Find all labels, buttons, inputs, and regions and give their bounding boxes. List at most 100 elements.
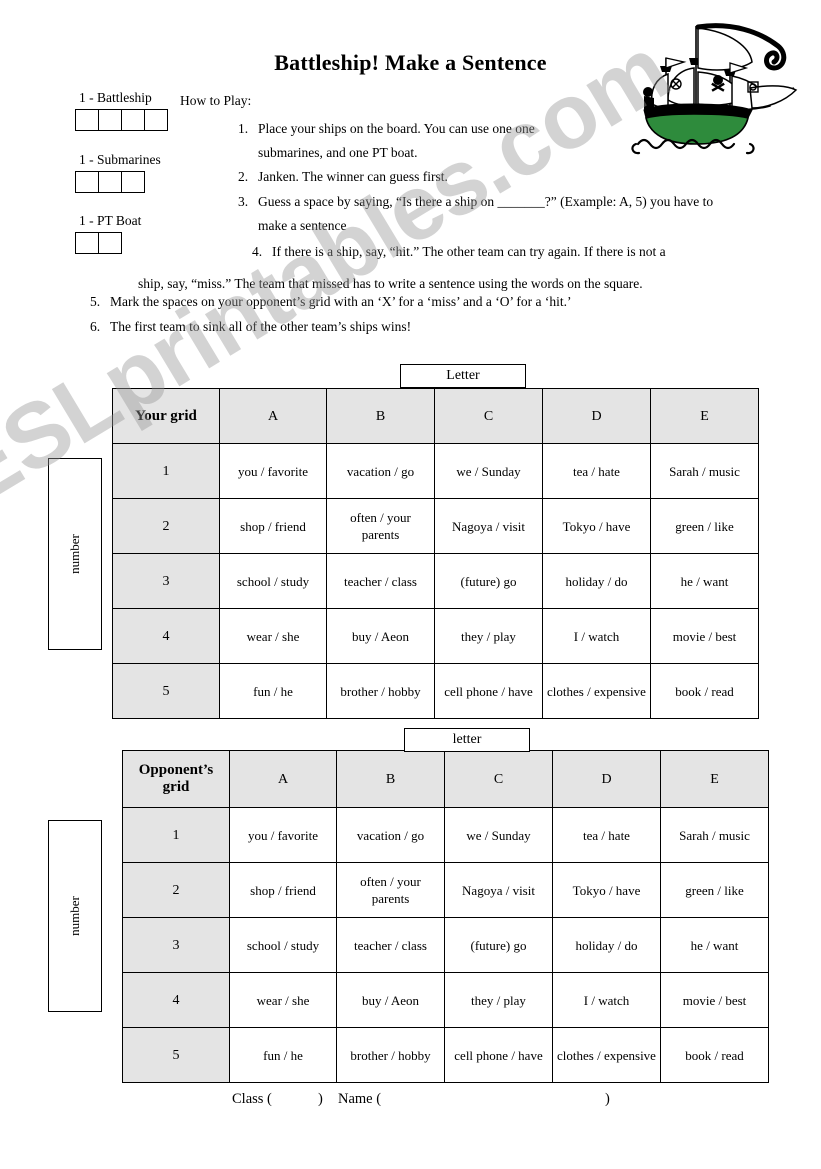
- grid-cell-c3[interactable]: (future) go: [434, 553, 543, 609]
- grid-cell-b1[interactable]: vacation / go: [326, 443, 435, 499]
- column-header-b: B: [326, 388, 435, 444]
- ship-cell[interactable]: [75, 171, 99, 193]
- ship-cell[interactable]: [98, 109, 122, 131]
- grid-cell-c5[interactable]: cell phone / have: [434, 663, 543, 719]
- grid-cell-a1[interactable]: you / favorite: [229, 807, 337, 863]
- grid-cell-e2[interactable]: green / like: [650, 498, 759, 554]
- grid-cell-c4[interactable]: they / play: [434, 608, 543, 664]
- grid-cell-d5[interactable]: clothes / expensive: [542, 663, 651, 719]
- grid-cell-a3[interactable]: school / study: [219, 553, 327, 609]
- grid-cell-c1[interactable]: we / Sunday: [434, 443, 543, 499]
- grid-header-row: Your grid A B C D E: [112, 388, 759, 444]
- grid-cell-d2[interactable]: Tokyo / have: [552, 862, 661, 918]
- column-header-e: E: [660, 750, 769, 808]
- class-field-close: ): [318, 1091, 323, 1107]
- grid-cell-a4[interactable]: wear / she: [219, 608, 327, 664]
- column-header-c: C: [444, 750, 553, 808]
- ship-legend-submarines: 1 - Submarines: [75, 152, 161, 193]
- step-text: Mark the spaces on your opponent’s grid …: [110, 294, 572, 309]
- grid-cell-c4[interactable]: they / play: [444, 972, 553, 1028]
- grid-cell-e5[interactable]: book / read: [650, 663, 759, 719]
- column-header-c: C: [434, 388, 543, 444]
- table-row: 4 wear / she buy / Aeon they / play I / …: [112, 608, 759, 664]
- ship-legend-label: 1 - Battleship: [79, 90, 152, 105]
- ship-cell[interactable]: [121, 171, 145, 193]
- how-to-play-step-1: 1. Place your ships on the board. You ca…: [238, 117, 558, 165]
- grid-cell-e3[interactable]: he / want: [660, 917, 769, 973]
- grid-cell-e1[interactable]: Sarah / music: [650, 443, 759, 499]
- grid-1-number-axis-label: number: [48, 458, 102, 650]
- grid-cell-d1[interactable]: tea / hate: [552, 807, 661, 863]
- grid-cell-e5[interactable]: book / read: [660, 1027, 769, 1083]
- grid-cell-a1[interactable]: you / favorite: [219, 443, 327, 499]
- grid-cell-e1[interactable]: Sarah / music: [660, 807, 769, 863]
- ship-cell[interactable]: [121, 109, 145, 131]
- ship-cell[interactable]: [75, 232, 99, 254]
- grid-cell-a3[interactable]: school / study: [229, 917, 337, 973]
- grid-cell-a5[interactable]: fun / he: [229, 1027, 337, 1083]
- grid-cell-b3[interactable]: teacher / class: [326, 553, 435, 609]
- grid-cell-c3[interactable]: (future) go: [444, 917, 553, 973]
- grid-cell-a5[interactable]: fun / he: [219, 663, 327, 719]
- grid-cell-e4[interactable]: movie / best: [660, 972, 769, 1028]
- ship-cell[interactable]: [98, 171, 122, 193]
- ship-cell[interactable]: [98, 232, 122, 254]
- ship-legend-battleship: 1 - Battleship: [75, 90, 168, 131]
- how-to-play-step-6: 6. The first team to sink all of the oth…: [90, 315, 770, 339]
- grid-cell-c2[interactable]: Nagoya / visit: [444, 862, 553, 918]
- step-text: The first team to sink all of the other …: [110, 319, 412, 334]
- grid-cell-d5[interactable]: clothes / expensive: [552, 1027, 661, 1083]
- ship-cells: [75, 109, 168, 131]
- table-row: 2 shop / friend often / your parents Nag…: [122, 862, 769, 918]
- row-header-5: 5: [122, 1027, 230, 1083]
- step-text: If there is a ship, say, “hit.” The othe…: [272, 244, 666, 259]
- grid-cell-b2[interactable]: often / your parents: [336, 862, 445, 918]
- grid-cell-e4[interactable]: movie / best: [650, 608, 759, 664]
- ship-cell[interactable]: [144, 109, 168, 131]
- grid-cell-d3[interactable]: holiday / do: [542, 553, 651, 609]
- grid-cell-d2[interactable]: Tokyo / have: [542, 498, 651, 554]
- table-row: 5 fun / he brother / hobby cell phone / …: [112, 663, 759, 719]
- grid-header-row: Opponent’s grid A B C D E: [122, 750, 769, 808]
- ship-cells: [75, 171, 161, 193]
- grid-cell-c2[interactable]: Nagoya / visit: [434, 498, 543, 554]
- grid-1-letter-axis-label: Letter: [400, 364, 526, 388]
- grid-cell-b4[interactable]: buy / Aeon: [326, 608, 435, 664]
- column-header-e: E: [650, 388, 759, 444]
- step-text: Place your ships on the board. You can u…: [258, 121, 535, 160]
- ship-legend-pt-boat: 1 - PT Boat: [75, 213, 141, 254]
- number-axis-text: number: [67, 896, 82, 936]
- grid-cell-b5[interactable]: brother / hobby: [336, 1027, 445, 1083]
- grid-cell-c1[interactable]: we / Sunday: [444, 807, 553, 863]
- column-header-b: B: [336, 750, 445, 808]
- grid-cell-d1[interactable]: tea / hate: [542, 443, 651, 499]
- grid-cell-b5[interactable]: brother / hobby: [326, 663, 435, 719]
- how-to-play-heading: How to Play:: [180, 93, 252, 108]
- grid-cell-b4[interactable]: buy / Aeon: [336, 972, 445, 1028]
- grid-cell-b2[interactable]: often / your parents: [326, 498, 435, 554]
- grid-cell-a2[interactable]: shop / friend: [229, 862, 337, 918]
- your-grid-table: Your grid A B C D E 1 you / favorite vac…: [112, 388, 759, 719]
- grid-cell-a2[interactable]: shop / friend: [219, 498, 327, 554]
- grid-cell-b3[interactable]: teacher / class: [336, 917, 445, 973]
- step-number: 4.: [252, 244, 263, 259]
- row-header-5: 5: [112, 663, 220, 719]
- grid-cell-e2[interactable]: green / like: [660, 862, 769, 918]
- how-to-play-step-2: 2. Janken. The winner can guess first.: [238, 165, 598, 189]
- grid-corner-label: Opponent’s grid: [122, 750, 230, 808]
- grid-cell-b1[interactable]: vacation / go: [336, 807, 445, 863]
- step-number: 5.: [90, 294, 101, 309]
- row-header-2: 2: [122, 862, 230, 918]
- grid-cell-d4[interactable]: I / watch: [542, 608, 651, 664]
- step-number: 1.: [238, 121, 249, 136]
- grid-corner-label: Your grid: [112, 388, 220, 444]
- grid-cell-a4[interactable]: wear / she: [229, 972, 337, 1028]
- grid-cell-d3[interactable]: holiday / do: [552, 917, 661, 973]
- ship-cell[interactable]: [75, 109, 99, 131]
- table-row: 1 you / favorite vacation / go we / Sund…: [122, 807, 769, 863]
- grid-cell-e3[interactable]: he / want: [650, 553, 759, 609]
- grid-cell-d4[interactable]: I / watch: [552, 972, 661, 1028]
- grid-2-letter-axis-label: letter: [404, 728, 530, 752]
- your-grid-block: Your grid A B C D E 1 you / favorite vac…: [112, 388, 759, 719]
- grid-cell-c5[interactable]: cell phone / have: [444, 1027, 553, 1083]
